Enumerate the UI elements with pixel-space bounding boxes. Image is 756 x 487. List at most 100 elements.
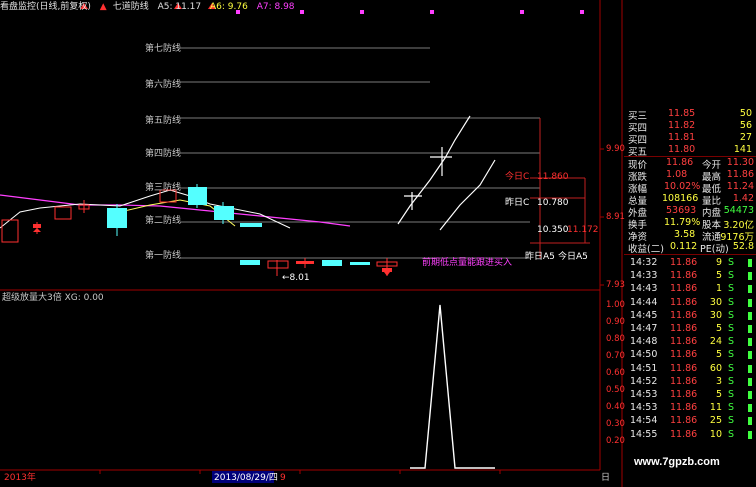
a7-label: A7: 8.98 — [256, 2, 295, 12]
stats-row: 涨幅 10.02% 最低 11.24 — [624, 181, 756, 195]
tick-time: 14:55 — [630, 428, 658, 440]
tick-marker — [748, 417, 752, 426]
tick-row: 14:53 11.86 11 S — [624, 402, 756, 414]
stat-value: 11.86 — [726, 169, 754, 180]
tick-row: 14:52 11.86 3 S — [624, 376, 756, 388]
tick-marker — [748, 338, 752, 347]
tick-side: S — [727, 309, 734, 321]
tick-row: 14:54 11.86 25 S — [624, 415, 756, 427]
order-volume: 27 — [739, 132, 752, 143]
defense-label-2: 第二防线 — [145, 216, 182, 226]
order-row: 买四 11.81 27 — [624, 132, 756, 146]
line-name: 七道防线 — [112, 2, 149, 12]
order-price: 11.82 — [668, 120, 696, 131]
tick-price: 11.86 — [670, 323, 698, 334]
today-c-value: 11.860 — [537, 172, 569, 182]
tick-row: 14:32 11.86 9 S — [624, 257, 756, 269]
a5-label: A5: 11.17 — [157, 2, 202, 12]
volume-axis-label: 0.80 — [606, 334, 625, 344]
min-price-value: 8.01 — [289, 273, 310, 283]
tick-marker — [748, 404, 752, 413]
stats-row: 涨跌 1.08 最高 11.86 — [624, 169, 756, 183]
tick-volume: 5 — [715, 389, 722, 400]
defense-label-3: 第三防线 — [145, 183, 182, 193]
candle — [214, 206, 234, 220]
candle — [107, 208, 127, 228]
volume-axis-label: 0.70 — [606, 351, 625, 361]
tick-time: 14:54 — [630, 415, 658, 427]
today-c-label: 今日C — [505, 172, 530, 182]
tick-volume: 30 — [709, 296, 722, 308]
tick-price: 11.86 — [670, 309, 698, 321]
tick-row: 14:50 11.86 5 S — [624, 349, 756, 361]
tick-side: S — [727, 389, 734, 400]
candle — [54, 206, 72, 220]
tick-price: 11.86 — [670, 257, 698, 268]
stat-value: 11.79% — [664, 217, 701, 228]
order-price: 11.80 — [668, 144, 696, 155]
tick-row: 14:44 11.86 30 S — [624, 297, 756, 309]
year-label: 2013年 — [4, 473, 36, 483]
price-axis-ticks — [600, 148, 604, 286]
volume-axis-label: 0.20 — [606, 436, 625, 446]
tick-row: 14:33 11.86 5 S — [624, 270, 756, 282]
tick-volume: 60 — [709, 362, 722, 374]
tick-side: S — [727, 336, 734, 348]
stat-value: 11.24 — [726, 181, 754, 192]
tick-side: S — [727, 362, 734, 374]
tick-volume: 25 — [709, 415, 722, 427]
defense-lines — [180, 47, 540, 259]
candle — [267, 260, 289, 269]
cursor-num: 9 — [280, 473, 286, 483]
volume-axis-label: 0.40 — [606, 402, 625, 412]
stat-value: 54473 — [723, 205, 754, 216]
defense-label-1: 第一防线 — [145, 251, 182, 261]
tick-side: S — [727, 257, 734, 268]
stat-value: 3.58 — [674, 229, 696, 240]
tick-marker — [748, 391, 752, 399]
tick-side: S — [727, 270, 734, 282]
sub-pane-legend: 超级放量大3倍 XG: 0.00 — [2, 293, 104, 303]
tick-marker — [748, 259, 752, 267]
tick-time: 14:50 — [630, 349, 658, 361]
tick-volume: 5 — [715, 323, 722, 334]
defense-label-6: 第六防线 — [145, 80, 182, 90]
tick-side: S — [727, 375, 734, 387]
tick-marker — [748, 430, 752, 439]
tick-row: 14:55 11.86 10 S — [624, 429, 756, 441]
tick-row: 14:47 11.86 5 S — [624, 323, 756, 335]
order-price: 11.85 — [668, 108, 696, 119]
yest-a5-label: 昨日A5 — [525, 252, 555, 262]
price-axis-label: 8.91 — [606, 212, 625, 222]
tick-time: 14:48 — [630, 336, 658, 348]
tick-volume: 9 — [715, 257, 722, 268]
tick-volume: 24 — [709, 336, 722, 348]
tick-side: S — [727, 415, 734, 427]
tick-price: 11.86 — [670, 415, 698, 427]
order-volume: 56 — [739, 120, 752, 131]
tick-side: S — [727, 296, 734, 308]
tick-price: 11.86 — [670, 402, 698, 414]
tick-price: 11.86 — [670, 270, 698, 282]
candle — [350, 262, 370, 265]
tick-time: 14:53 — [630, 389, 658, 400]
tick-marker — [748, 311, 752, 320]
period-label[interactable]: 日 — [601, 473, 610, 484]
tick-time: 14:52 — [630, 375, 658, 387]
tick-time: 14:51 — [630, 362, 658, 374]
value-11172: 11.172 — [567, 225, 599, 235]
tick-price: 11.86 — [670, 336, 698, 348]
candle — [240, 223, 262, 227]
stat-value: 0.112 — [670, 241, 698, 252]
candle — [188, 187, 207, 205]
tick-volume: 11 — [709, 402, 722, 414]
stat-value: 10.02% — [664, 181, 701, 192]
stats-row: 换手 11.79% 股本 3.20亿 — [624, 217, 756, 231]
bottom-ticks — [99, 470, 501, 474]
indicator-title: 看盘监控(日线,前复权) — [0, 2, 91, 12]
defense-label-5: 第五防线 — [145, 116, 182, 126]
tick-marker — [748, 377, 752, 386]
tick-row: 14:53 11.86 5 S — [624, 389, 756, 401]
candle — [33, 224, 41, 228]
order-row: 买五 11.80 141 — [624, 144, 756, 158]
